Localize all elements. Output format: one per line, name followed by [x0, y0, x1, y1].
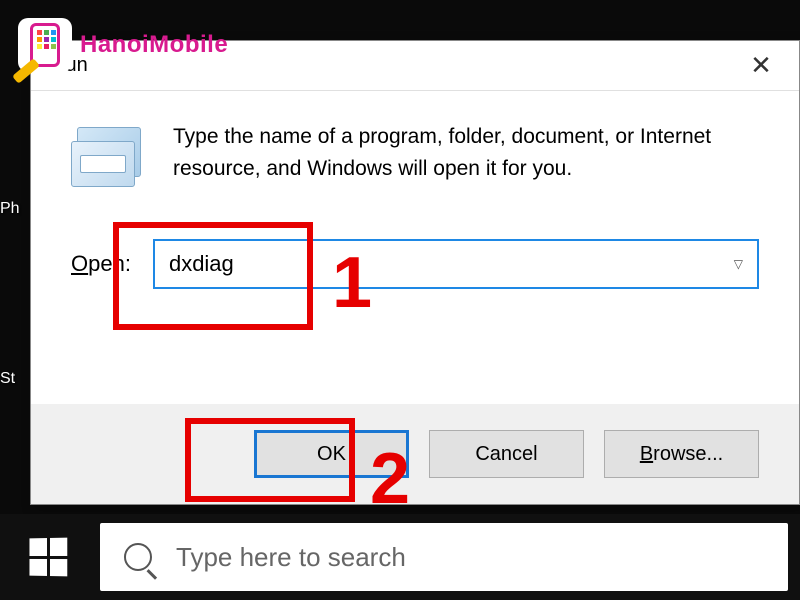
desktop-icon-label: Ph [0, 200, 20, 218]
ok-button[interactable]: OK [254, 430, 409, 478]
run-icon [71, 127, 149, 189]
watermark-logo: HanoiMobile [18, 18, 228, 72]
search-icon [124, 543, 152, 571]
close-icon: ✕ [750, 50, 772, 81]
desktop-icon-label: St [0, 370, 15, 388]
close-button[interactable]: ✕ [731, 44, 791, 88]
browse-button[interactable]: Browse... [604, 430, 759, 478]
start-button[interactable] [0, 514, 96, 600]
open-combobox[interactable]: ▽ [153, 239, 759, 289]
watermark-text: HanoiMobile [80, 31, 228, 59]
chevron-down-icon[interactable]: ▽ [734, 257, 743, 271]
watermark-icon [18, 18, 72, 72]
taskbar-search[interactable]: Type here to search [100, 523, 788, 591]
open-input[interactable] [169, 251, 734, 277]
open-label: Open: [71, 251, 131, 277]
cancel-button[interactable]: Cancel [429, 430, 584, 478]
run-dialog: Run ✕ Type the name of a program, folder… [30, 40, 800, 505]
button-bar: OK Cancel Browse... [31, 404, 799, 504]
taskbar: Type here to search [0, 514, 800, 600]
windows-logo-icon [29, 538, 67, 577]
search-placeholder: Type here to search [176, 542, 406, 573]
dialog-description: Type the name of a program, folder, docu… [173, 121, 759, 184]
